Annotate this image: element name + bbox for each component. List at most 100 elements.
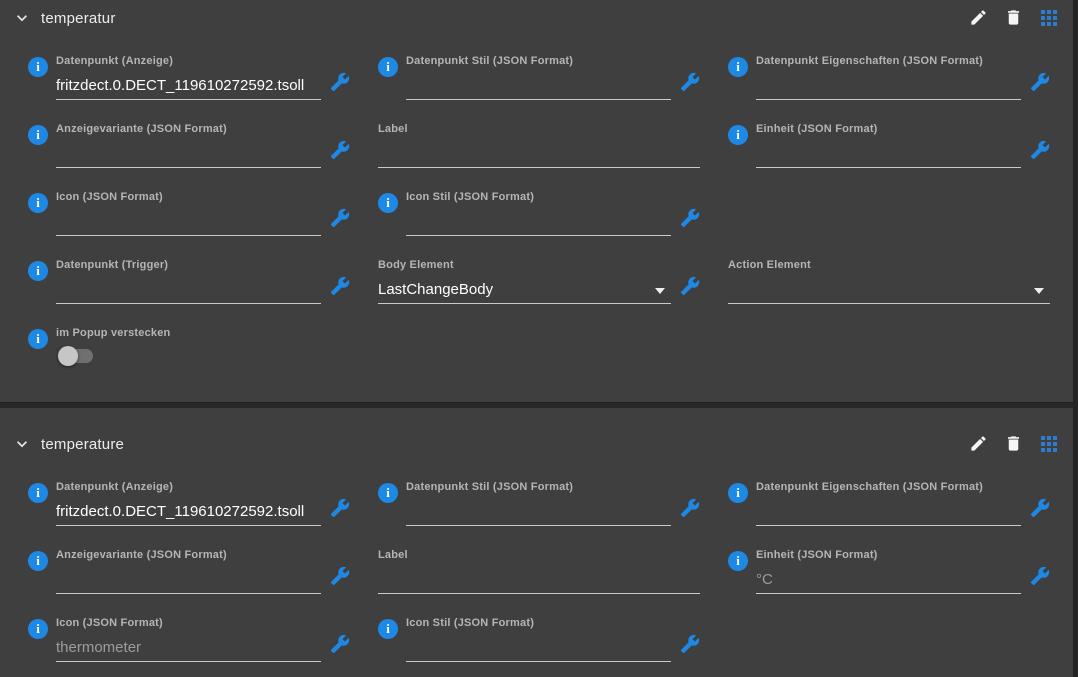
info-icon[interactable]: i (728, 551, 748, 571)
info-icon[interactable]: i (28, 329, 48, 349)
info-icon[interactable]: i (378, 193, 398, 213)
field-label: Icon Stil (JSON Format) (406, 191, 535, 203)
pencil-icon[interactable] (969, 8, 989, 28)
field-label: Datenpunkt (Anzeige) (56, 55, 174, 67)
anzeigevariante-input[interactable] (56, 143, 321, 162)
panel-temperatur-header: temperatur (0, 0, 1078, 36)
chevron-down-icon[interactable] (12, 434, 32, 454)
field-icon-stil: i Icon Stil (JSON Format) (378, 191, 700, 236)
wrench-icon[interactable] (1030, 498, 1050, 518)
panel-title: temperature (41, 435, 125, 453)
field-label: Einheit (JSON Format) (756, 123, 878, 135)
datenpunkt-trigger-input[interactable] (56, 279, 321, 298)
field-label: Icon (JSON Format) (56, 191, 163, 203)
field-label: Anzeigevariante (JSON Format) (56, 123, 227, 135)
wrench-icon[interactable] (680, 634, 700, 654)
panel-temperature-fields: i Datenpunkt (Anzeige) fritzdect.0.DECT_… (0, 462, 1078, 662)
info-icon[interactable]: i (28, 193, 48, 213)
info-icon[interactable]: i (28, 125, 48, 145)
wrench-icon[interactable] (1030, 566, 1050, 586)
info-icon[interactable]: i (728, 125, 748, 145)
wrench-icon[interactable] (330, 208, 350, 228)
icon-input[interactable]: thermometer (56, 637, 321, 656)
wrench-icon[interactable] (680, 276, 700, 296)
anzeigevariante-input[interactable] (56, 569, 321, 588)
info-icon[interactable]: i (28, 261, 48, 281)
wrench-icon[interactable] (680, 208, 700, 228)
datenpunkt-stil-input[interactable] (406, 75, 671, 94)
field-datenpunkt-stil: i Datenpunkt Stil (JSON Format) (378, 55, 700, 100)
einheit-input[interactable]: °C (756, 569, 1021, 588)
info-icon[interactable]: i (378, 483, 398, 503)
panel-temperature-header: temperature (0, 426, 1078, 462)
field-label: Body Element (378, 259, 454, 271)
wrench-icon[interactable] (330, 140, 350, 160)
datenpunkt-eigenschaften-input[interactable] (756, 501, 1021, 520)
field-datenpunkt-eigenschaften: i Datenpunkt Eigenschaften (JSON Format) (728, 481, 1050, 526)
label-input[interactable] (378, 569, 700, 588)
scrollbar[interactable] (1073, 0, 1078, 677)
wrench-icon[interactable] (680, 72, 700, 92)
caret-down-icon (655, 287, 665, 294)
trash-icon[interactable] (1004, 8, 1024, 28)
info-icon[interactable]: i (28, 483, 48, 503)
widget-config-screen: temperatur i Datenpunkt (Anzeige) fritzd… (0, 0, 1078, 677)
info-icon[interactable]: i (28, 57, 48, 77)
wrench-icon[interactable] (330, 566, 350, 586)
field-label: Label (378, 123, 408, 135)
wrench-icon[interactable] (330, 276, 350, 296)
datenpunkt-stil-input[interactable] (406, 501, 671, 520)
field-anzeigevariante: i Anzeigevariante (JSON Format) (28, 549, 350, 594)
field-label: Label (378, 549, 408, 561)
field-action-element: Action Element (728, 259, 1050, 304)
label-input[interactable] (378, 143, 700, 162)
field-label: Datenpunkt Eigenschaften (JSON Format) (756, 55, 984, 67)
info-icon[interactable]: i (378, 619, 398, 639)
field-icon: i Icon (JSON Format) (28, 191, 350, 236)
icon-input[interactable] (56, 211, 321, 230)
panel-divider (0, 402, 1078, 408)
pencil-icon[interactable] (969, 434, 989, 454)
field-datenpunkt-stil: i Datenpunkt Stil (JSON Format) (378, 481, 700, 526)
field-label: Datenpunkt Eigenschaften (JSON Format) (756, 481, 984, 493)
field-label: Einheit (JSON Format) (756, 549, 878, 561)
field-label-text: Label (378, 123, 700, 168)
datenpunkt-anzeige-input[interactable]: fritzdect.0.DECT_119610272592.tsoll (56, 501, 321, 520)
icon-stil-input[interactable] (406, 637, 671, 656)
action-element-select[interactable] (728, 279, 1050, 298)
popup-hide-toggle[interactable] (58, 346, 96, 366)
info-icon[interactable]: i (28, 551, 48, 571)
wrench-icon[interactable] (330, 72, 350, 92)
panel-temperatur-fields: i Datenpunkt (Anzeige) fritzdect.0.DECT_… (0, 36, 1078, 372)
field-anzeigevariante: i Anzeigevariante (JSON Format) (28, 123, 350, 168)
field-label: Datenpunkt Stil (JSON Format) (406, 55, 574, 67)
info-icon[interactable]: i (28, 619, 48, 639)
wrench-icon[interactable] (1030, 140, 1050, 160)
drag-grid-icon[interactable] (1041, 10, 1057, 26)
field-label: Icon (JSON Format) (56, 617, 163, 629)
datenpunkt-anzeige-input[interactable]: fritzdect.0.DECT_119610272592.tsoll (56, 75, 321, 94)
einheit-input[interactable] (756, 143, 1021, 162)
field-icon-stil: i Icon Stil (JSON Format) (378, 617, 700, 662)
wrench-icon[interactable] (680, 498, 700, 518)
toggle-knob (58, 346, 78, 366)
field-datenpunkt-eigenschaften: i Datenpunkt Eigenschaften (JSON Format) (728, 55, 1050, 100)
info-icon[interactable]: i (378, 57, 398, 77)
field-datenpunkt-anzeige: i Datenpunkt (Anzeige) fritzdect.0.DECT_… (28, 55, 350, 100)
field-label: Icon Stil (JSON Format) (406, 617, 535, 629)
field-body-element: Body Element LastChangeBody (378, 259, 700, 304)
wrench-icon[interactable] (1030, 72, 1050, 92)
field-label: im Popup verstecken (56, 327, 171, 339)
wrench-icon[interactable] (330, 634, 350, 654)
drag-grid-icon[interactable] (1041, 436, 1057, 452)
datenpunkt-eigenschaften-input[interactable] (756, 75, 1021, 94)
field-datenpunkt-trigger: i Datenpunkt (Trigger) (28, 259, 350, 304)
icon-stil-input[interactable] (406, 211, 671, 230)
panel-temperature: temperature i Datenpunkt (Anzeige) fritz… (0, 426, 1078, 662)
info-icon[interactable]: i (728, 57, 748, 77)
body-element-select[interactable]: LastChangeBody (378, 279, 671, 298)
chevron-down-icon[interactable] (12, 8, 32, 28)
trash-icon[interactable] (1004, 434, 1024, 454)
wrench-icon[interactable] (330, 498, 350, 518)
info-icon[interactable]: i (728, 483, 748, 503)
